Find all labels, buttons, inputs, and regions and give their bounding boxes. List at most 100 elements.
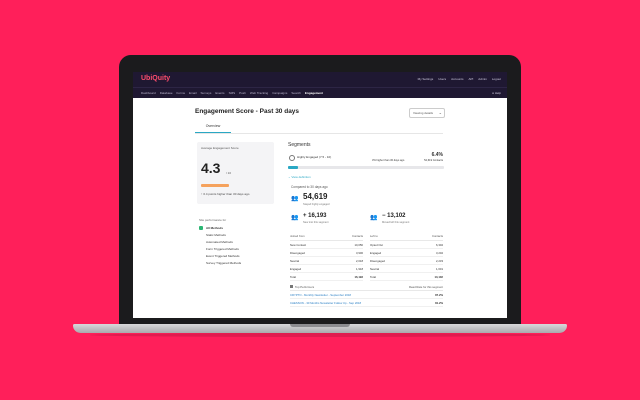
people-in-icon: 👥 (291, 215, 299, 221)
segment-percent: 6.4% (431, 152, 443, 158)
score-value: 4.3 (201, 160, 221, 176)
table-row: Total 13,102 (370, 273, 443, 281)
left-sub: Moved left this segment (382, 221, 410, 224)
left-stat: 👥 − 13,102 Moved left this segment (370, 213, 440, 229)
view-definition-label: View definition (291, 175, 311, 179)
compared-label: Compared to 30 days ago (291, 185, 328, 189)
score-change-text: 0.4 points higher than 30 days ago (203, 192, 250, 196)
top-performers: Top Performers Read Rate for this segmen… (290, 284, 443, 318)
people-icon: 👥 (291, 196, 299, 202)
score-denominator: / 10 (226, 171, 232, 175)
segment-contacts: 54,619 Contacts (424, 159, 443, 162)
nav-item-surveys[interactable]: Surveys (201, 91, 212, 95)
check-icon (199, 225, 203, 230)
main-nav: Dashboard Database Forms Email Surveys E… (133, 87, 507, 98)
help-link[interactable]: ● Help (492, 91, 501, 95)
nav-item-campaigns[interactable]: Campaigns (272, 91, 287, 95)
perf-item-static[interactable]: Static Methods (199, 231, 241, 238)
segments-title: Segments (288, 142, 311, 148)
performance-list: All Methods Static Methods Automated Met… (199, 224, 241, 266)
nav-item-push[interactable]: Push (239, 91, 246, 95)
top-performers-label: Top Performers (295, 285, 315, 289)
top-performers-header: Top Performers Read Rate for this segmen… (290, 284, 443, 291)
app-logo[interactable]: UbiQuity (141, 75, 170, 82)
segment-progress-fill (288, 166, 298, 169)
tab-overview[interactable]: Overview (195, 124, 231, 133)
perf-item-all[interactable]: All Methods (199, 224, 241, 231)
joined-table: Joined from Contacts New Contact 10,056 Di… (290, 234, 363, 281)
nav-item-forms[interactable]: Forms (177, 91, 186, 95)
table-row: Engaged 1,918 (290, 265, 363, 273)
score-bar (201, 184, 229, 187)
tab-divider (195, 133, 443, 134)
top-link-api[interactable]: API (468, 77, 473, 81)
people-out-icon: 👥 (370, 215, 378, 221)
app-screen: UbiQuity My Settings Users Accounts API … (133, 72, 507, 318)
new-sub: New into this segment (303, 221, 329, 224)
performer-rate: 87.2% (435, 292, 443, 297)
segment-row[interactable]: Highly Engaged (7.5 - 10) 6.4% 3% higher… (288, 152, 444, 164)
nav-item-events[interactable]: Events (215, 91, 224, 95)
table-row: CHESSON - 30 Months Newsletter Follow Up… (290, 299, 443, 307)
stayed-sub: Stayed highly engaged (303, 203, 330, 206)
email-icon (290, 285, 293, 288)
perf-item-event[interactable]: Event Triggered Methods (199, 252, 241, 259)
dropdown-value: Viewing details (413, 111, 433, 115)
laptop-shadow (90, 333, 550, 337)
nav-item-search[interactable]: Search (291, 91, 301, 95)
top-link-accounts[interactable]: Accounts (451, 77, 463, 81)
new-value: + 16,193 (303, 213, 327, 219)
perf-item-automated[interactable]: Automated Methods (199, 238, 241, 245)
segment-progress (288, 166, 444, 169)
nav-item-sms[interactable]: SMS (229, 91, 236, 95)
perf-item-survey[interactable]: Survey Triggered Methods (199, 259, 241, 266)
segment-change-note: 3% higher than 30 days ago (372, 159, 405, 162)
score-label: Average Engagement Score (201, 146, 239, 150)
laptop-notch (290, 324, 350, 327)
table-row: Neutral 1,601 (370, 265, 443, 273)
segment-name: Highly Engaged (7.5 - 10) (297, 155, 332, 159)
table-row: Disengaged 2,233 (370, 257, 443, 265)
performer-link[interactable]: CHESSON - 30 Months Newsletter Follow Up… (290, 301, 361, 305)
view-definition-link[interactable]: ⌄ View definition (288, 175, 311, 179)
top-bar: UbiQuity My Settings Users Accounts API … (133, 72, 507, 87)
nav-item-engagement[interactable]: Engagement (305, 91, 323, 95)
left-value: − 13,102 (382, 213, 406, 219)
perf-item-form[interactable]: Form Triggered Methods (199, 245, 241, 252)
perf-item-label: Automated Methods (206, 239, 233, 244)
table-row: Disengaged 3,900 (290, 249, 363, 257)
top-link-settings[interactable]: My Settings (418, 77, 434, 81)
table-row: New Contact 10,056 (290, 241, 363, 249)
performer-link[interactable]: CRYPTO - Monthly Newsletter - September … (290, 293, 351, 297)
perf-item-label: Form Triggered Methods (206, 246, 239, 251)
nav-item-email[interactable]: Email (189, 91, 197, 95)
top-performers-right-label: Read Rate for this segment (408, 285, 443, 289)
nav-item-database[interactable]: Database (160, 91, 173, 95)
perf-item-label: Static Methods (206, 232, 226, 237)
table-row: Neutral 2,018 (290, 257, 363, 265)
performance-label: Site performance for (199, 218, 227, 222)
chevron-down-icon: ⌄ (438, 110, 442, 115)
page-title: Engagement Score - Past 30 days (195, 108, 300, 115)
score-change: ↑ 0.4 points higher than 30 days ago (201, 192, 250, 196)
left-to-table: Left to Contacts Opted Out 6,302 Engaged 3,… (370, 234, 443, 281)
stayed-value: 54,619 (303, 192, 328, 201)
table-row: CRYPTO - Monthly Newsletter - September … (290, 291, 443, 299)
top-link-users[interactable]: Users (438, 77, 446, 81)
new-stat: 👥 + 16,193 New into this segment (291, 213, 361, 229)
table-header: Left to Contacts (370, 234, 443, 241)
table-header: Joined from Contacts (290, 234, 363, 241)
top-link-admin[interactable]: Admin (478, 77, 487, 81)
perf-item-label: Event Triggered Methods (206, 253, 240, 258)
score-card: Average Engagement Score 4.3 / 10 ↑ 0.4 … (197, 142, 274, 204)
view-dropdown[interactable]: Viewing details ⌄ (409, 108, 445, 118)
top-link-logout[interactable]: Logout (492, 77, 501, 81)
table-row: Opted Out 6,302 (370, 241, 443, 249)
perf-item-label: Survey Triggered Methods (206, 260, 242, 265)
nav-item-web-tracking[interactable]: Web Tracking (250, 91, 268, 95)
nav-item-dashboard[interactable]: Dashboard (141, 91, 156, 95)
top-links: My Settings Users Accounts API Admin Log… (418, 77, 501, 81)
table-row: Total 16,193 (290, 273, 363, 281)
table-row: Engaged 3,202 (370, 249, 443, 257)
segment-icon (289, 155, 295, 161)
